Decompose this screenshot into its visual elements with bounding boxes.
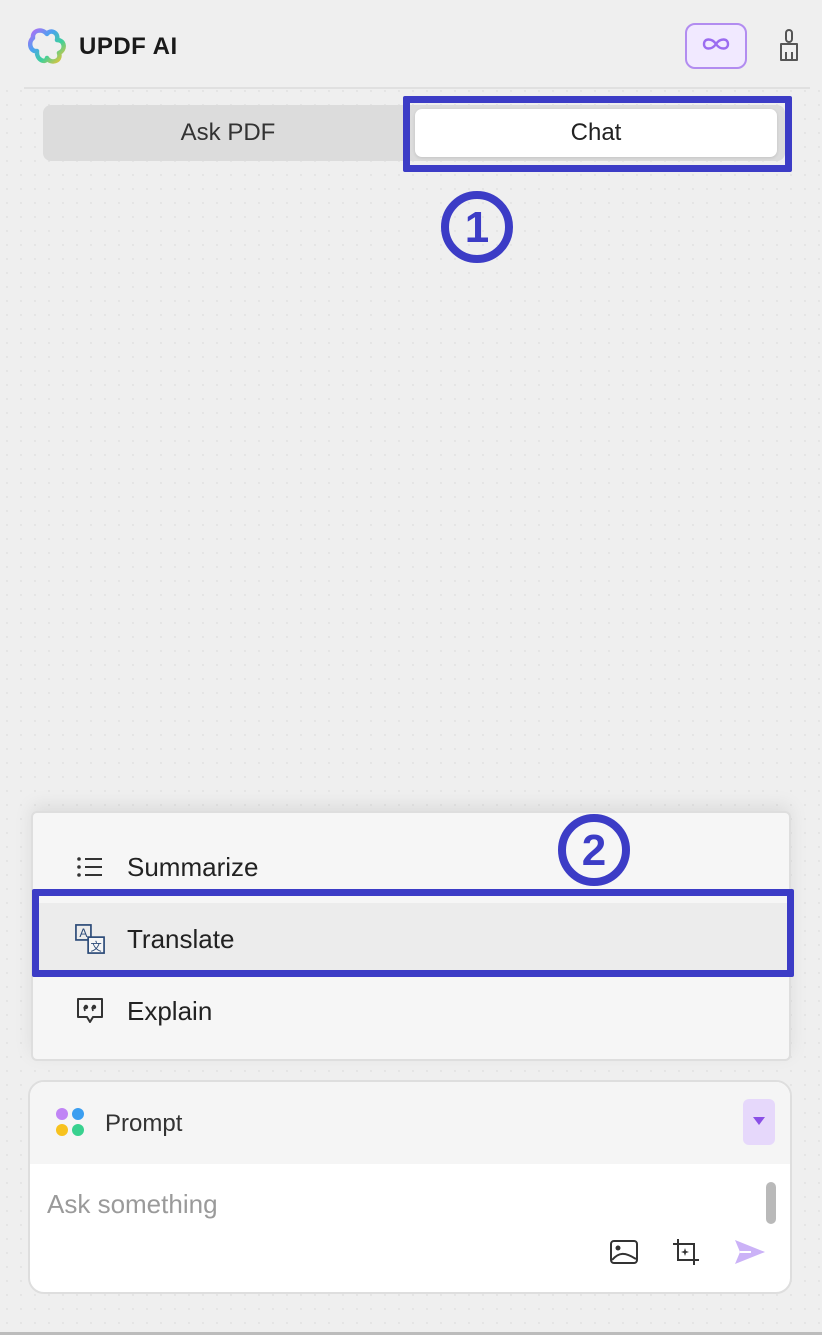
prompt-dots-icon [54,1106,88,1140]
upload-image-button[interactable] [608,1238,640,1270]
chat-composer: Prompt [28,1080,792,1294]
screenshot-button[interactable] [670,1238,702,1270]
unlimited-button[interactable] [685,23,747,69]
caret-down-icon [752,1113,766,1131]
tab-ask-pdf[interactable]: Ask PDF [43,109,413,157]
step-1-numeral: 1 [465,204,489,250]
svg-text:2: 2 [582,827,606,873]
chat-tab-highlight [403,96,792,172]
updf-ai-logo-icon [27,28,66,66]
send-button[interactable] [734,1238,766,1270]
explain-icon [75,996,105,1026]
input-scrollbar[interactable] [766,1182,776,1224]
screenshot-crop-icon [671,1237,701,1272]
svg-text:1: 1 [465,204,489,250]
header: UPDF AI [0,0,822,88]
menu-item-label: Summarize [127,851,259,882]
menu-item-label: Explain [127,995,213,1026]
image-icon [609,1239,639,1270]
app-title: UPDF AI [79,33,178,60]
menu-item-explain[interactable]: Explain [33,975,789,1047]
list-icon [75,852,105,882]
ask-input[interactable] [47,1186,727,1222]
header-divider [24,87,810,89]
prompt-dropdown-button[interactable] [743,1099,775,1145]
step-2-numeral: 2 [582,827,606,873]
infinity-icon [700,35,732,58]
prompt-bar[interactable]: Prompt [30,1082,790,1164]
step-1-badge: 1 [441,191,513,263]
broom-icon [777,28,801,67]
prompt-label: Prompt [105,1110,183,1137]
translate-highlight [32,889,794,977]
step-2-badge: 2 [558,814,630,886]
clear-chat-button[interactable] [774,28,804,66]
send-icon [733,1238,767,1271]
